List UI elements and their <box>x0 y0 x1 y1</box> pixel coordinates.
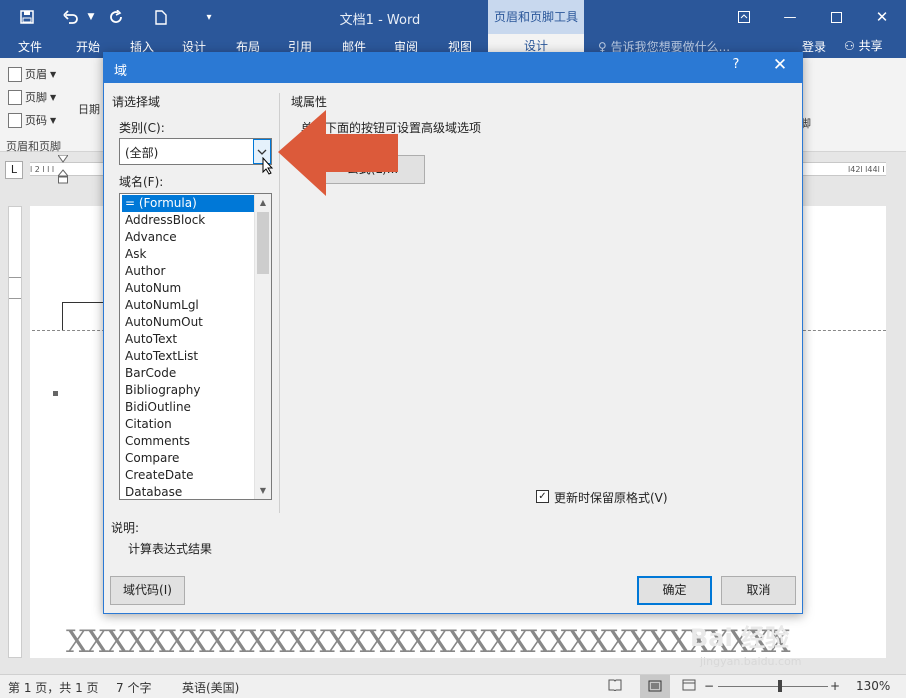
list-item[interactable]: Compare <box>122 450 254 467</box>
category-select[interactable]: (全部) <box>119 138 272 165</box>
preserve-format-label: 更新时保留原格式(V) <box>554 491 668 505</box>
undo-dropdown-icon[interactable]: ▼ <box>80 6 102 28</box>
maximize-icon[interactable] <box>816 4 856 30</box>
ribbon-display-icon[interactable] <box>724 4 764 30</box>
header-icon <box>8 66 22 82</box>
list-item[interactable]: Comments <box>122 433 254 450</box>
tab-file[interactable]: 文件 <box>18 38 42 55</box>
ok-button[interactable]: 确定 <box>637 576 712 605</box>
list-item[interactable]: CreateDate <box>122 467 254 484</box>
person-icon: ⚇ <box>844 39 855 53</box>
footer-icon <box>8 89 22 105</box>
redo-icon[interactable] <box>106 6 128 28</box>
new-document-icon[interactable] <box>150 6 172 28</box>
zoom-in-icon[interactable]: + <box>830 679 840 693</box>
page-number-button[interactable]: 页码 ▼ <box>8 112 56 128</box>
zoom-slider-thumb[interactable] <box>778 680 782 692</box>
list-item[interactable]: AutoTextList <box>122 348 254 365</box>
date-time-button[interactable]: 日期 <box>78 101 100 117</box>
choose-field-heading: 请选择域 <box>112 95 161 109</box>
context-tool-label: 页眉和页脚工具 <box>488 0 584 34</box>
footer-label: 页脚 <box>25 91 47 104</box>
indent-marker-icon[interactable] <box>56 154 70 184</box>
field-names-label: 域名(F): <box>119 175 164 189</box>
dialog-close-icon[interactable]: ✕ <box>762 55 798 81</box>
share-label: 共享 <box>858 39 883 53</box>
list-item[interactable]: AutoNum <box>122 280 254 297</box>
zoom-out-icon[interactable]: − <box>704 679 714 693</box>
list-item[interactable]: AutoText <box>122 331 254 348</box>
tab-selector[interactable]: L <box>5 161 23 179</box>
read-mode-icon[interactable] <box>608 679 622 694</box>
category-value: (全部) <box>125 146 159 160</box>
field-codes-button[interactable]: 域代码(I) <box>110 576 185 605</box>
ruler-left-marks: l 2 l l l <box>30 165 55 174</box>
list-item[interactable]: AddressBlock <box>122 212 254 229</box>
dialog-title: 域 <box>114 64 128 79</box>
footer-button[interactable]: 页脚 ▼ <box>8 89 56 105</box>
word-count[interactable]: 7 个字 <box>116 679 151 696</box>
zoom-level[interactable]: 130% <box>856 679 890 693</box>
help-button[interactable]: ? <box>724 57 748 79</box>
description-text: 计算表达式结果 <box>128 542 213 556</box>
dialog-title-bar: 域 ? ✕ <box>104 53 802 83</box>
status-bar: 第 1 页，共 1 页 7 个字 英语(美国) − + 130% <box>0 674 906 698</box>
list-item[interactable]: Citation <box>122 416 254 433</box>
minimize-icon[interactable]: — <box>770 4 810 30</box>
list-item[interactable]: Ask <box>122 246 254 263</box>
window-close-icon[interactable]: ✕ <box>862 4 902 30</box>
vertical-ruler <box>8 206 22 658</box>
zoom-slider[interactable] <box>718 686 828 687</box>
preserve-format-checkbox[interactable]: ✓ <box>536 490 549 503</box>
page-number-label: 页码 <box>25 114 47 127</box>
document-text[interactable]: XXXXXXXXXXXXXXXXXXXXXXXXXXXXXXXXXXXX <box>66 624 790 660</box>
list-item[interactable]: Database <box>122 484 254 499</box>
share-button[interactable]: ⚇ 共享 <box>840 35 900 57</box>
list-item[interactable]: AutoNumLgl <box>122 297 254 314</box>
category-label: 类别(C): <box>119 121 165 135</box>
tab-home[interactable]: 开始 <box>76 38 100 55</box>
cancel-button[interactable]: 取消 <box>721 576 796 605</box>
scroll-up-icon[interactable]: ▲ <box>255 194 271 211</box>
chevron-down-icon: ▼ <box>50 69 57 79</box>
field-dialog: 域 ? ✕ 请选择域 类别(C): (全部) 域名(F): = (Formula… <box>103 52 803 614</box>
save-icon[interactable] <box>16 6 38 28</box>
title-bar: ▼ ▾ 文档1 - Word 页眉和页脚工具 — ✕ <box>0 0 906 34</box>
description-label: 说明: <box>111 521 140 535</box>
field-names-list[interactable]: = (Formula) AddressBlock Advance Ask Aut… <box>119 193 272 500</box>
chevron-down-icon: ▼ <box>50 115 57 125</box>
chevron-down-icon: ▼ <box>50 92 57 102</box>
page-count[interactable]: 第 1 页，共 1 页 <box>8 679 99 696</box>
undo-icon[interactable] <box>60 6 82 28</box>
header-label: 页眉 <box>25 68 47 81</box>
list-item[interactable]: Author <box>122 263 254 280</box>
list-item[interactable]: AutoNumOut <box>122 314 254 331</box>
annotation-arrow-icon <box>278 110 398 196</box>
paragraph-mark <box>53 391 58 396</box>
baidu-watermark-url: jingyan.baidu.com <box>700 655 802 668</box>
scroll-down-icon[interactable]: ▼ <box>255 482 271 499</box>
print-layout-icon[interactable] <box>640 675 670 698</box>
list-item[interactable]: Bibliography <box>122 382 254 399</box>
list-scrollbar[interactable]: ▲ ▼ <box>254 194 271 499</box>
window-title: 文档1 - Word <box>339 13 421 28</box>
list-item[interactable]: = (Formula) <box>122 195 254 212</box>
sign-in-link[interactable]: 登录 <box>802 38 826 55</box>
language[interactable]: 英语(美国) <box>182 679 239 696</box>
customize-icon[interactable]: ▾ <box>198 6 220 28</box>
header-button[interactable]: 页眉 ▼ <box>8 66 56 82</box>
header-corner-mark-v <box>62 302 63 330</box>
page-number-icon <box>8 112 22 128</box>
scrollbar-thumb[interactable] <box>257 212 269 274</box>
ruler-right-marks: l42l l44l l <box>848 165 885 174</box>
vertical-margin-marker[interactable] <box>9 277 21 299</box>
baidu-watermark: Bai 经验 <box>690 624 790 652</box>
list-item[interactable]: BarCode <box>122 365 254 382</box>
mouse-cursor-icon <box>262 156 274 178</box>
list-item[interactable]: BidiOutline <box>122 399 254 416</box>
web-layout-icon[interactable] <box>682 679 696 694</box>
list-item[interactable]: Advance <box>122 229 254 246</box>
